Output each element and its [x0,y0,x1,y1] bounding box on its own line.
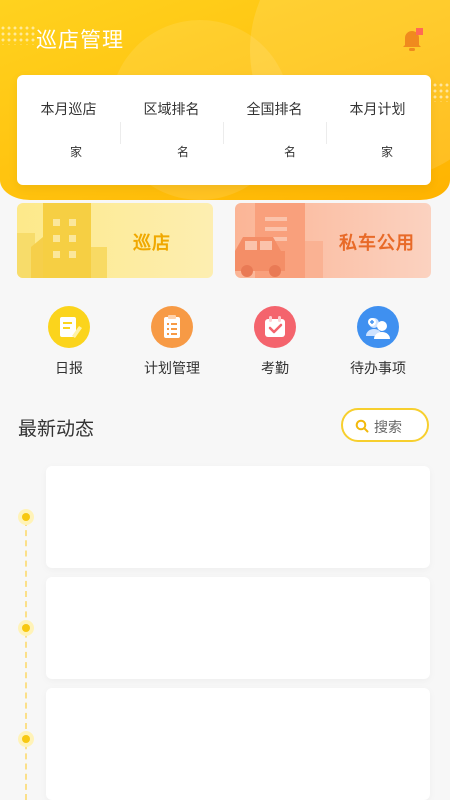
feed-card[interactable] [46,688,430,800]
menu-attendance[interactable]: 考勤 [225,306,325,378]
stat-label: 区域排名 [143,102,200,118]
private-car-banner[interactable]: 私车公用 [235,203,431,278]
search-button[interactable]: 搜索 [341,408,429,442]
stat-unit: 名 [284,145,297,159]
clipboard-icon [151,306,193,348]
timeline-dot [18,731,34,747]
stat-label: 本月计划 [349,102,406,118]
bell-icon[interactable] [401,28,423,52]
search-label: 搜索 [374,420,402,436]
stat-region-rank[interactable]: 区域排名 名 [120,75,223,185]
daily-report-icon [48,306,90,348]
calendar-check-icon [254,306,296,348]
decorative-dots [0,25,36,45]
car-icon [235,203,323,278]
stat-label: 全国排名 [246,102,303,118]
feed-card[interactable] [46,577,430,679]
menu-label: 考勤 [261,361,289,377]
stat-label: 本月巡店 [40,102,97,118]
stat-unit: 家 [70,145,83,159]
menu-todo[interactable]: 待办事项 [328,306,428,378]
stat-monthly-plan[interactable]: 本月计划 家 [326,75,429,185]
patrol-banner-label: 巡店 [133,233,171,254]
people-icon [357,306,399,348]
menu-label: 日报 [55,361,83,377]
feed-card[interactable] [46,466,430,568]
menu-plan-management[interactable]: 计划管理 [122,306,222,378]
section-title: 最新动态 [18,418,95,440]
timeline-dot [18,509,34,525]
patrol-banner[interactable]: 巡店 [17,203,213,278]
stat-national-rank[interactable]: 全国排名 名 [223,75,326,185]
stat-unit: 名 [177,145,190,159]
menu-label: 待办事项 [350,361,406,377]
timeline-dot [18,620,34,636]
page-title: 巡店管理 [36,28,124,52]
menu-daily-report[interactable]: 日报 [19,306,119,378]
stat-monthly-patrol[interactable]: 本月巡店 家 [17,75,120,185]
search-icon [355,419,369,433]
timeline-line [25,520,27,800]
stat-unit: 家 [381,145,394,159]
private-car-banner-label: 私车公用 [339,233,415,254]
stats-card: 本月巡店 家 区域排名 名 全国排名 名 本月计划 家 [17,75,431,185]
buildings-icon [17,203,107,278]
menu-label: 计划管理 [144,361,200,377]
